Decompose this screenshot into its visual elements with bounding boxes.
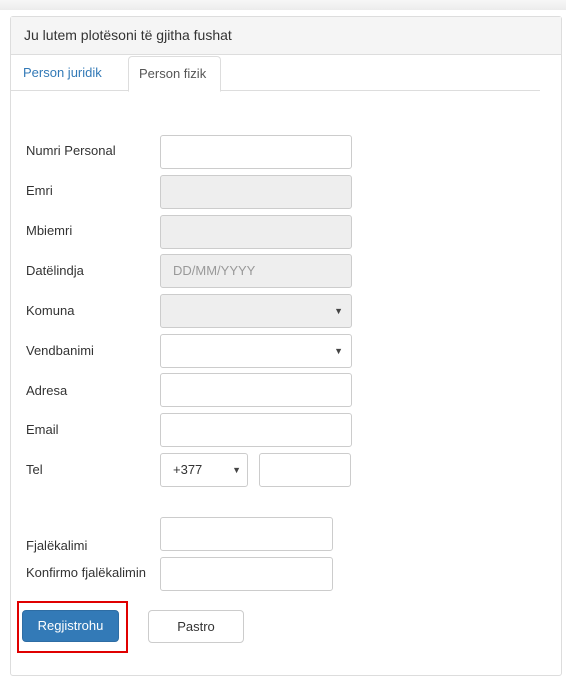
tel-prefix-value: +377: [173, 462, 203, 477]
email-label: Email: [26, 422, 59, 437]
chevron-down-icon: ▼: [334, 306, 343, 316]
municipality-label: Komuna: [26, 303, 75, 318]
address-input[interactable]: [160, 373, 352, 407]
birthdate-placeholder: DD/MM/YYYY: [173, 263, 256, 278]
tel-label: Tel: [26, 462, 43, 477]
personal-number-label: Numri Personal: [26, 143, 116, 158]
clear-button[interactable]: Pastro: [148, 610, 244, 643]
confirm-password-label: Konfirmo fjalëkalimin: [26, 565, 146, 580]
password-label: Fjalëkalimi: [26, 538, 88, 553]
name-input[interactable]: [160, 175, 352, 209]
birthdate-input[interactable]: DD/MM/YYYY: [160, 254, 352, 288]
name-label: Emri: [26, 183, 53, 198]
municipality-select[interactable]: ▼: [160, 294, 352, 328]
personal-number-input[interactable]: [160, 135, 352, 169]
tel-prefix-select[interactable]: +377 ▼: [160, 453, 248, 487]
chevron-down-icon: ▼: [334, 346, 343, 356]
residence-label: Vendbanimi: [26, 343, 94, 358]
email-input[interactable]: [160, 413, 352, 447]
register-button-highlight: [17, 601, 128, 653]
tab-person-juridik[interactable]: Person juridik: [13, 56, 112, 91]
surname-input[interactable]: [160, 215, 352, 249]
panel-heading: Ju lutem plotësoni të gjitha fushat: [11, 17, 561, 55]
surname-label: Mbiemri: [26, 223, 73, 238]
confirm-password-input[interactable]: [160, 557, 333, 591]
address-label: Adresa: [26, 383, 68, 398]
tel-number-input[interactable]: [259, 453, 351, 487]
top-bar: [0, 0, 566, 10]
birthdate-label: Datëlindja: [26, 263, 84, 278]
tab-bar: Person juridik Person fizik: [11, 51, 540, 92]
tab-person-fizik[interactable]: Person fizik: [128, 56, 221, 92]
residence-select[interactable]: ▼: [160, 334, 352, 368]
password-input[interactable]: [160, 517, 333, 551]
chevron-down-icon: ▼: [232, 465, 241, 475]
